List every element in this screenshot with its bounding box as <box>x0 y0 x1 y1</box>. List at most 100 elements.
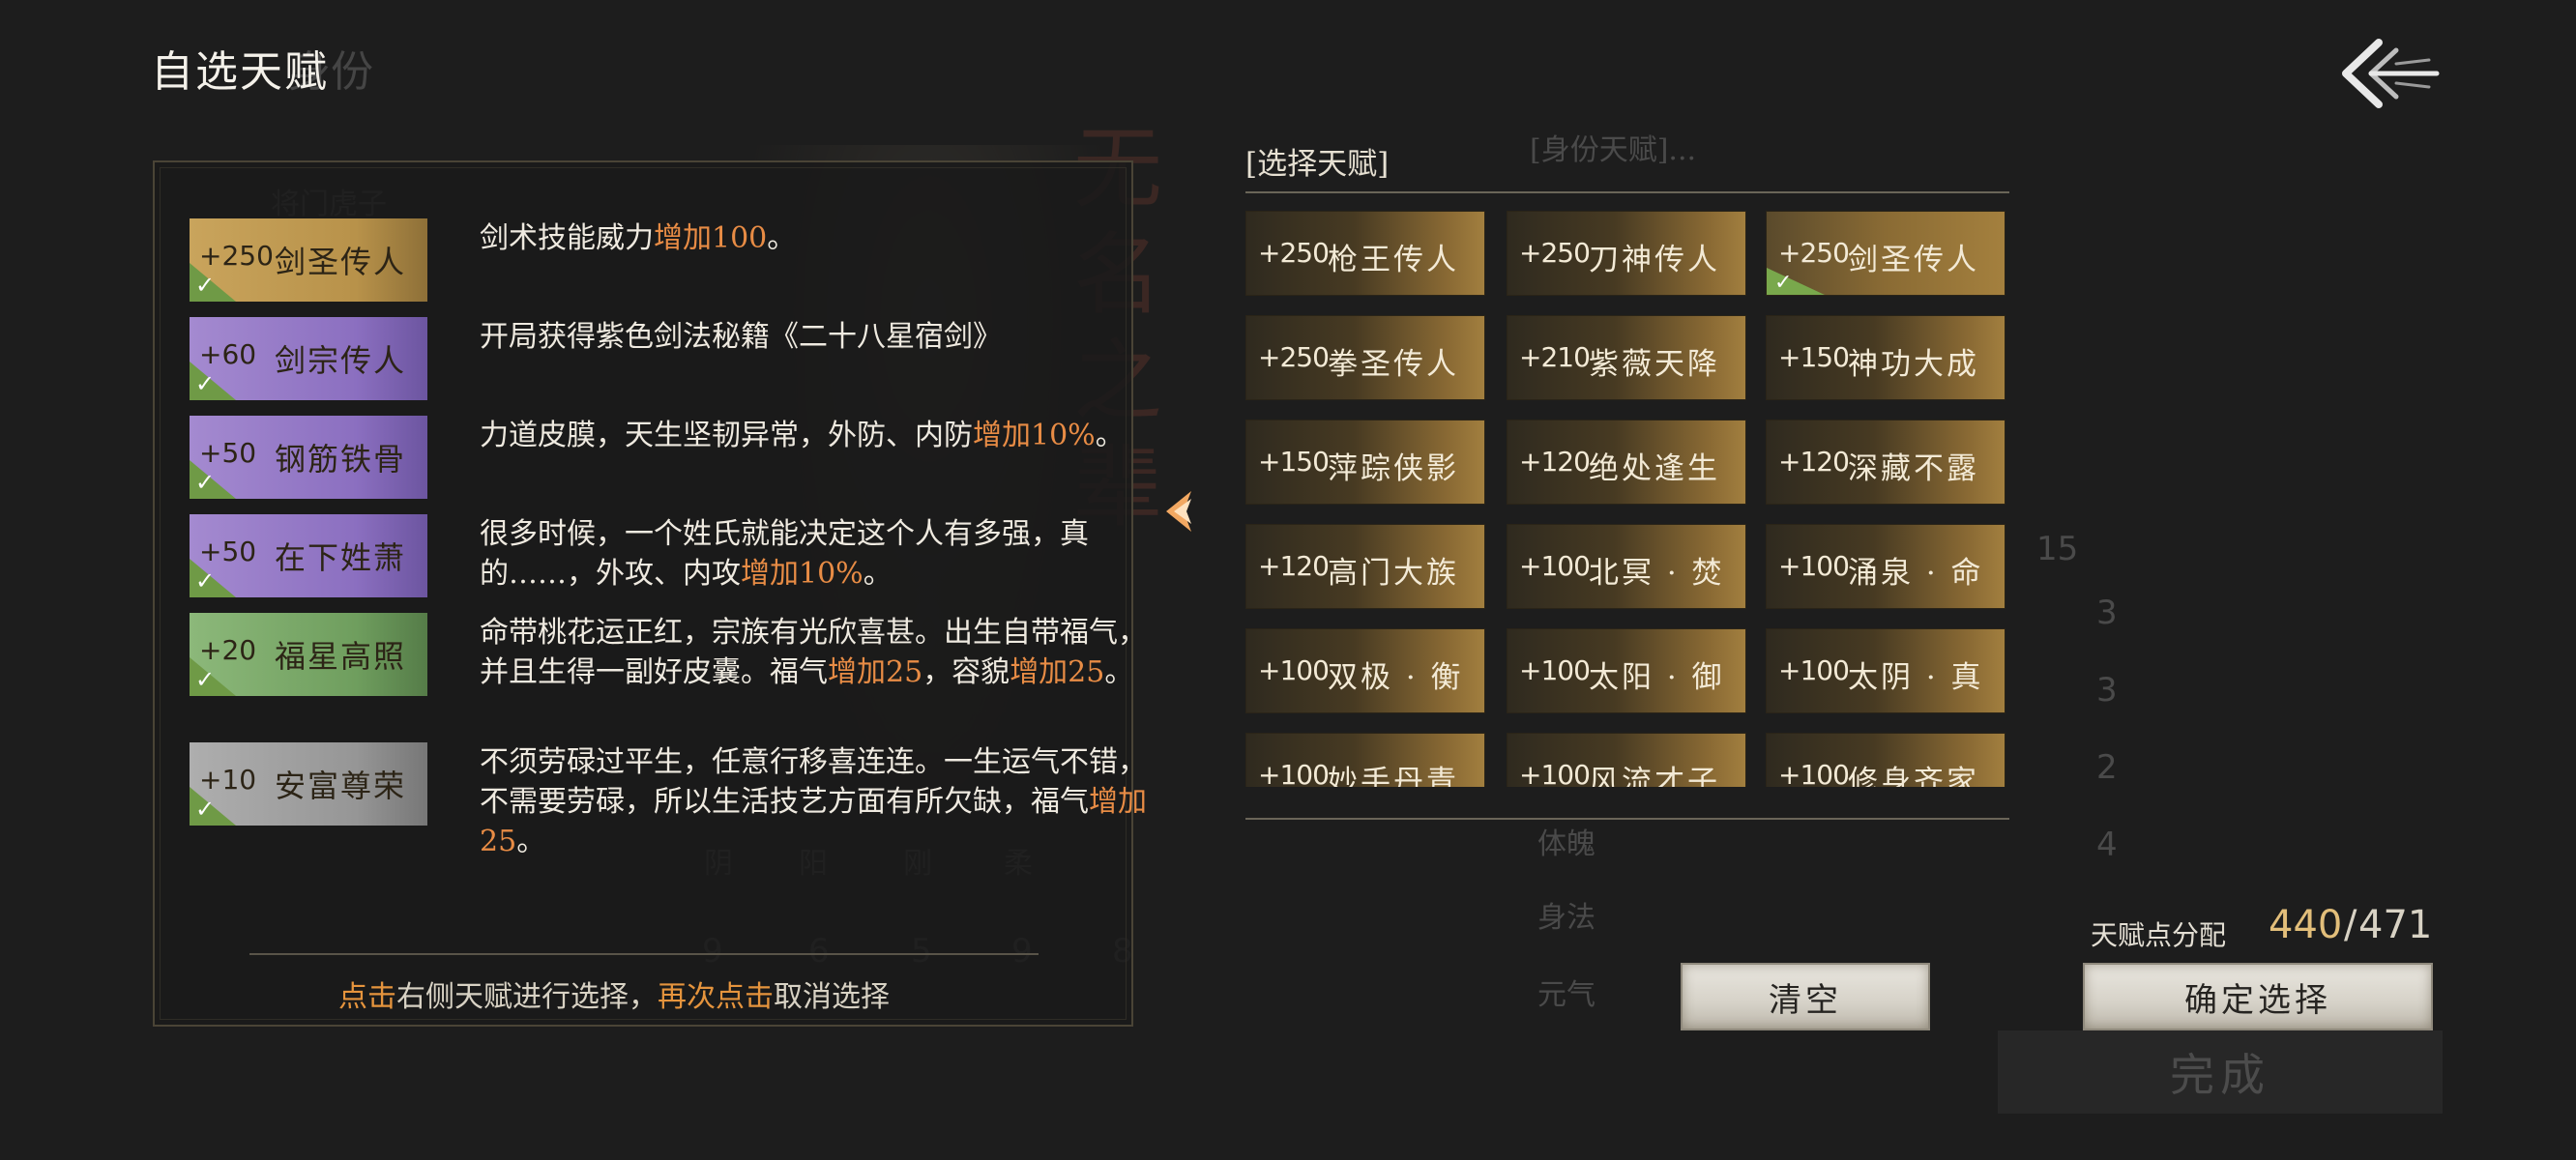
talent-description: 命带桃花运正红，宗族有光欣喜甚。出生自带福气，并且生得一副好皮囊。福气增加25，… <box>480 616 1147 689</box>
talent-name: 高门大族 <box>1328 556 1459 591</box>
talent-name: 风流才子 <box>1589 765 1720 787</box>
talent-card[interactable]: +250 枪王传人 <box>1245 211 1485 296</box>
selected-talent-tag[interactable]: +20 福星高照 ✓ <box>190 613 427 696</box>
check-icon: ✓ <box>195 796 216 823</box>
talent-name: 神功大成 <box>1848 347 1979 382</box>
talent-points: +250 <box>1258 237 1330 269</box>
bg-attr-label-2: 元气 <box>1537 978 1595 1012</box>
talent-name: 涌泉 · 命 <box>1848 556 1984 591</box>
talent-card[interactable]: +100 北冥 · 焚 <box>1507 524 1746 609</box>
talent-description: 很多时候，一个姓氏就能决定这个人有多强，真的……，外攻、内攻增加10%。 <box>480 517 1089 591</box>
talent-name: 剑圣传人 <box>275 244 407 280</box>
talent-points: +120 <box>1778 446 1850 478</box>
talent-grid-title: [选择天赋] <box>1245 147 1390 182</box>
selected-talent-tag[interactable]: +10 安富尊荣 ✓ <box>190 742 427 826</box>
panel-divider <box>249 953 1039 955</box>
grid-divider-bottom <box>1245 818 2009 820</box>
talent-description: 不须劳碌过平生，任意行移喜连连。一生运气不错，不需要劳碌，所以生活技艺方面有所欠… <box>480 745 1147 858</box>
talent-card[interactable]: +250 刀神传人 <box>1507 211 1746 296</box>
check-icon: ✓ <box>1774 271 1793 295</box>
talent-grid[interactable]: +250 枪王传人 +250 刀神传人 +250 剑圣传人 ✓ +250 拳圣传人 +21… <box>1245 211 2009 787</box>
selected-talent-tag[interactable]: +50 在下姓萧 ✓ <box>190 514 427 597</box>
check-icon: ✓ <box>195 469 216 496</box>
talent-points: +210 <box>1519 341 1591 373</box>
talent-card[interactable]: +120 深藏不露 <box>1766 420 2005 505</box>
talent-card[interactable]: +100 双极 · 衡 <box>1245 628 1485 713</box>
talent-name: 妙手丹青 <box>1328 765 1459 787</box>
bg-attr-label-1: 身法 <box>1537 901 1595 935</box>
grid-divider-top <box>1245 191 2009 193</box>
bg-attr-value-0: 3 <box>2096 594 2118 632</box>
talent-points-used: 440 <box>2269 903 2343 947</box>
talent-description: 开局获得紫色剑法秘籍《二十八星宿剑》 <box>480 320 1002 354</box>
talent-points: +100 <box>1519 550 1591 582</box>
talent-name: 萍踪侠影 <box>1328 451 1459 486</box>
talent-name: 太阴 · 真 <box>1848 660 1984 695</box>
talent-name: 绝处逢生 <box>1589 451 1720 486</box>
talent-points: +100 <box>1519 759 1591 787</box>
talent-card[interactable]: +150 神功大成 <box>1766 315 2005 400</box>
talent-points: +120 <box>1519 446 1591 478</box>
back-button[interactable] <box>2336 35 2443 112</box>
talent-points-total: 471 <box>2358 903 2433 947</box>
talent-points: +250 <box>1258 341 1330 373</box>
chevron-left-icon <box>1166 491 1191 532</box>
talent-description: 剑术技能威力增加100。 <box>480 221 797 255</box>
talent-card[interactable]: +120 高门大族 <box>1245 524 1485 609</box>
talent-card[interactable]: +100 风流才子 <box>1507 733 1746 787</box>
talent-points: +100 <box>1778 654 1850 686</box>
confirm-selection-button[interactable]: 确定选择 <box>2083 963 2433 1030</box>
talent-name: 剑宗传人 <box>275 342 407 379</box>
talent-card[interactable]: +100 妙手丹青 <box>1245 733 1485 787</box>
talent-card[interactable]: +210 紫薇天降 <box>1507 315 1746 400</box>
talent-name: 钢筋铁骨 <box>275 441 407 478</box>
collapse-arrow-button[interactable] <box>1162 489 1195 534</box>
talent-description: 力道皮膜，天生坚韧异常，外防、内防增加10%。 <box>480 419 1125 452</box>
talent-name: 太阳 · 御 <box>1589 660 1725 695</box>
talent-points: +100 <box>1778 759 1850 787</box>
selected-talent-tag[interactable]: +250 剑圣传人 ✓ <box>190 218 427 302</box>
talent-card[interactable]: +100 太阴 · 真 <box>1766 628 2005 713</box>
check-icon: ✓ <box>195 666 216 693</box>
talent-points: +150 <box>1778 341 1850 373</box>
talent-points-label: 天赋点分配 <box>2091 919 2227 951</box>
talent-name: 双极 · 衡 <box>1328 660 1464 695</box>
done-button[interactable]: 完成 <box>1998 1030 2443 1114</box>
clear-button[interactable]: 清空 <box>1681 963 1930 1030</box>
talent-name: 安富尊荣 <box>275 768 407 804</box>
talent-card[interactable]: +120 绝处逢生 <box>1507 420 1746 505</box>
talent-card[interactable]: +100 修身齐家 <box>1766 733 2005 787</box>
talent-name: 深藏不露 <box>1848 451 1979 486</box>
talent-name: 拳圣传人 <box>1328 347 1459 382</box>
talent-card[interactable]: +100 太阳 · 御 <box>1507 628 1746 713</box>
talent-card[interactable]: +150 萍踪侠影 <box>1245 420 1485 505</box>
talent-points: +150 <box>1258 446 1330 478</box>
talent-card[interactable]: +250 剑圣传人 ✓ <box>1766 211 2005 296</box>
bg-attr-value-1: 3 <box>2096 671 2118 710</box>
talent-points: +100 <box>1258 654 1330 686</box>
talent-points: +100 <box>1519 654 1591 686</box>
bg-attr-label-0: 体魄 <box>1537 827 1595 861</box>
selected-talents-panel: +250 剑圣传人 ✓ 剑术技能威力增加100。 +60 剑宗传人 ✓ 开局获得… <box>153 160 1147 1027</box>
page-title: 自选天赋 <box>151 47 329 97</box>
talent-name: 剑圣传人 <box>1848 243 1979 277</box>
talent-points: +120 <box>1258 550 1330 582</box>
talent-name: 修身齐家 <box>1848 765 1979 787</box>
check-icon: ✓ <box>195 370 216 397</box>
selected-talent-tag[interactable]: +50 钢筋铁骨 ✓ <box>190 416 427 499</box>
talent-name: 紫薇天降 <box>1589 347 1720 382</box>
talent-points: +100 <box>1778 550 1850 582</box>
check-icon: ✓ <box>195 272 216 299</box>
talent-name: 枪王传人 <box>1328 243 1459 277</box>
talent-name: 刀神传人 <box>1589 243 1720 277</box>
talent-card[interactable]: +250 拳圣传人 <box>1245 315 1485 400</box>
selected-talent-tag[interactable]: +60 剑宗传人 ✓ <box>190 317 427 400</box>
selection-hint: 点击右侧天赋进行选择，再次点击取消选择 <box>338 980 890 1014</box>
talent-points-slash: / <box>2344 903 2357 947</box>
talent-points: +250 <box>1519 237 1591 269</box>
bg-extra-value: 15 <box>2036 530 2079 568</box>
bg-attr-value-2: 2 <box>2096 748 2118 787</box>
talent-card[interactable]: +100 涌泉 · 命 <box>1766 524 2005 609</box>
bg-attr-value-3: 4 <box>2096 826 2118 864</box>
talent-points: +100 <box>1258 759 1330 787</box>
